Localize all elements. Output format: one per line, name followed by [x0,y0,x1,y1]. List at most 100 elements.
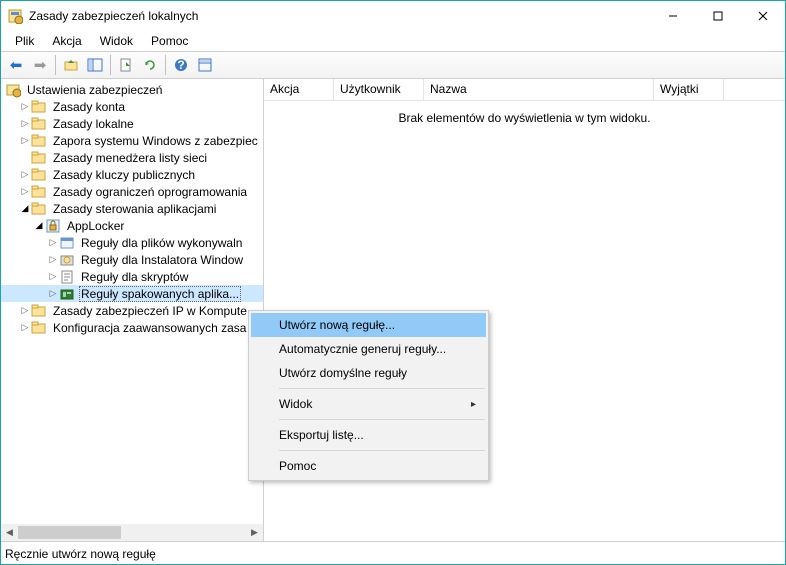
folder-open-icon [31,201,47,217]
expand-caret-icon[interactable]: ▷ [47,254,59,265]
arrow-left-icon: ⬅ [10,56,23,74]
status-text: Ręcznie utwórz nową regułę [5,547,156,561]
folder-icon [31,303,47,319]
arrow-right-icon: ➡ [34,56,47,74]
statusbar: Ręcznie utwórz nową regułę [1,542,785,564]
ctx-default-rules[interactable]: Utwórz domyślne reguły [251,361,486,385]
folder-icon [31,116,47,132]
ctx-separator [279,450,485,451]
expand-caret-icon[interactable]: ▷ [19,169,31,180]
svg-text:?: ? [177,58,184,72]
expand-caret-icon[interactable]: ▷ [19,305,31,316]
expand-caret-icon[interactable]: ▷ [47,288,59,299]
horizontal-scrollbar[interactable]: ◀ ▶ [1,524,263,541]
script-rules-icon [59,269,75,285]
folder-icon [31,99,47,115]
tree-item-applocker[interactable]: ◢AppLocker [1,217,263,234]
back-button[interactable]: ⬅ [5,54,27,76]
column-exceptions[interactable]: Wyjątki [654,79,724,100]
tree-item[interactable]: ▷Reguły dla Instalatora Window [1,251,263,268]
expand-caret-icon[interactable]: ▷ [19,101,31,112]
ctx-new-rule[interactable]: Utwórz nową regułę... [251,313,486,337]
refresh-button[interactable] [139,54,161,76]
help-button[interactable]: ? [170,54,192,76]
tree-item-expanded[interactable]: ◢ Zasady sterowania aplikacjami [1,200,263,217]
expand-caret-icon[interactable]: ▷ [19,135,31,146]
expand-caret-icon[interactable]: ▷ [19,186,31,197]
expand-caret-icon[interactable]: ▷ [47,237,59,248]
column-user[interactable]: Użytkownik [334,79,424,100]
tree-label: Zasady ograniczeń oprogramowania [51,184,249,200]
scroll-thumb[interactable] [18,526,121,539]
properties-icon [197,57,213,73]
tree-pane: Ustawienia zabezpieczeń ▷Zasady konta ▷Z… [1,79,264,541]
menu-help[interactable]: Pomoc [143,32,196,50]
column-action[interactable]: Akcja [264,79,334,100]
menu-view[interactable]: Widok [92,32,141,50]
tree-root[interactable]: Ustawienia zabezpieczeń [1,81,263,98]
tree-item[interactable]: ▷ Konfiguracja zaawansowanych zasa [1,319,263,336]
scroll-right-button[interactable]: ▶ [246,524,263,541]
applocker-icon [45,218,61,234]
tree-label: Konfiguracja zaawansowanych zasa [51,320,248,336]
folder-icon [31,133,47,149]
tree-label: Reguły dla skryptów [79,269,190,285]
empty-message: Brak elementów do wyświetlenia w tym wid… [264,111,785,125]
scroll-left-button[interactable]: ◀ [1,524,18,541]
context-menu: Utwórz nową regułę... Automatycznie gene… [248,310,489,481]
menubar: Plik Akcja Widok Pomoc [1,31,785,51]
ctx-help[interactable]: Pomoc [251,454,486,478]
security-settings-icon [5,82,21,98]
packaged-app-rules-icon [59,286,75,302]
properties-button[interactable] [194,54,216,76]
tree-item[interactable]: ▷ Reguły dla plików wykonywaln [1,234,263,251]
up-button[interactable] [60,54,82,76]
tree-item[interactable]: ▷ Reguły dla skryptów [1,268,263,285]
refresh-icon [142,57,158,73]
window-title: Zasady zabezpieczeń lokalnych [29,9,650,23]
tree-item-selected[interactable]: ▷ Reguły spakowanych aplika... [1,285,263,302]
forward-button[interactable]: ➡ [29,54,51,76]
ctx-auto-generate[interactable]: Automatycznie generuj reguły... [251,337,486,361]
tree-item[interactable]: ▷ Zasady lokalne [1,115,263,132]
tree-label: Zasady zabezpieczeń IP w Kompute [51,303,249,319]
column-spacer [724,79,785,100]
collapse-caret-icon[interactable]: ◢ [33,220,45,231]
collapse-caret-icon[interactable]: ◢ [19,203,31,214]
menu-file[interactable]: Plik [7,32,42,50]
folder-up-icon [63,57,79,73]
scroll-track[interactable] [18,524,246,541]
tree-label: Ustawienia zabezpieczeń [25,82,164,98]
expand-caret-icon[interactable]: ▷ [47,271,59,282]
ctx-separator [279,388,485,389]
tree-item[interactable]: Zasady menedżera listy sieci [1,149,263,166]
panes-icon [87,57,103,73]
tree-label: Zasady lokalne [51,116,136,132]
expand-caret-icon[interactable]: ▷ [19,118,31,129]
export-icon [118,57,134,73]
tree-item[interactable]: ▷ Zapora systemu Windows z zabezpiec [1,132,263,149]
tree-item[interactable]: ▷Zasady kluczy publicznych [1,166,263,183]
tree[interactable]: Ustawienia zabezpieczeń ▷Zasady konta ▷Z… [1,79,263,524]
tree-label: Reguły spakowanych aplika... [79,286,241,302]
toolbar-separator [165,55,166,75]
show-hide-tree-button[interactable] [84,54,106,76]
column-name[interactable]: Nazwa [424,79,654,100]
minimize-button[interactable] [650,2,695,31]
toolbar-separator [55,55,56,75]
tree-label: Zasady sterowania aplikacjami [51,201,218,217]
folder-icon [31,150,47,166]
export-button[interactable] [115,54,137,76]
menu-action[interactable]: Akcja [44,32,89,50]
expand-caret-icon[interactable]: ▷ [19,322,31,333]
ctx-view[interactable]: Widok [251,392,486,416]
close-button[interactable] [740,2,785,31]
ctx-export-list[interactable]: Eksportuj listę... [251,423,486,447]
tree-item[interactable]: ▷Zasady konta [1,98,263,115]
ctx-separator [279,419,485,420]
tree-item[interactable]: ▷ Zasady ograniczeń oprogramowania [1,183,263,200]
tree-label: Reguły dla plików wykonywaln [79,235,244,251]
tree-item[interactable]: ▷ Zasady zabezpieczeń IP w Kompute [1,302,263,319]
maximize-button[interactable] [695,2,740,31]
tree-label: Zapora systemu Windows z zabezpiec [51,133,260,149]
